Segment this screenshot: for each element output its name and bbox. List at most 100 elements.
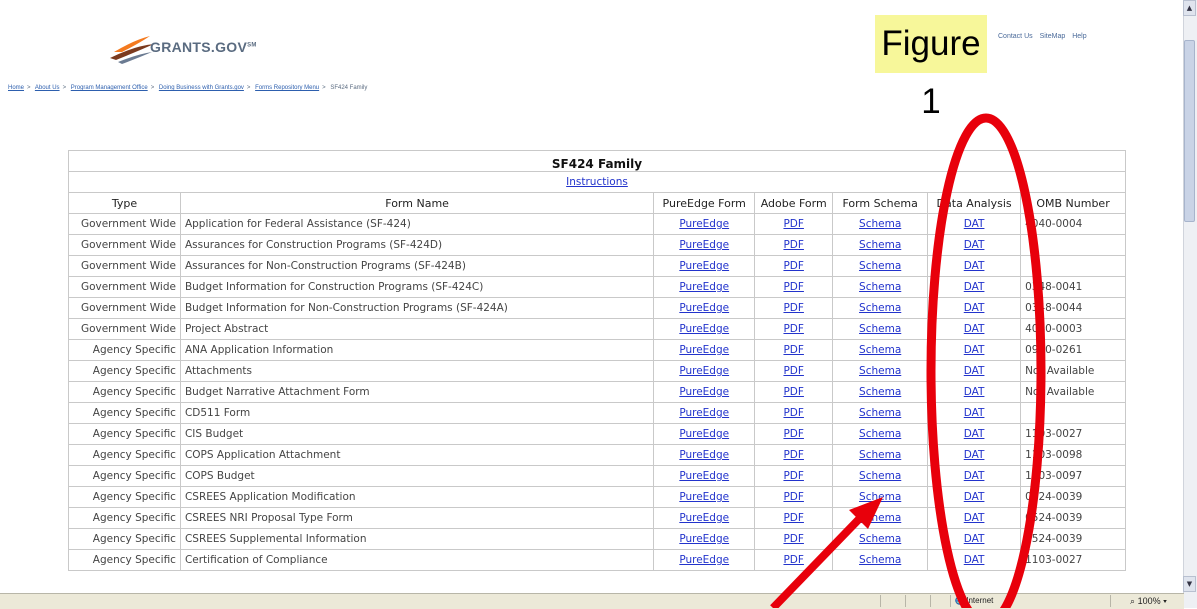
internet-zone-globe-icon <box>955 596 964 606</box>
dat-link[interactable]: DAT <box>964 365 985 377</box>
dat-link[interactable]: DAT <box>964 491 985 503</box>
pdf-link[interactable]: PDF <box>783 239 803 251</box>
contact-us-link[interactable]: Contact Us <box>998 33 1033 40</box>
scroll-thumb[interactable] <box>1184 40 1195 222</box>
table-row: Government Wide Application for Federal A… <box>68 213 1126 235</box>
pureedge-link[interactable]: PureEdge <box>679 365 729 377</box>
row-omb-number: 0524-0039 <box>1025 533 1083 545</box>
schema-link[interactable]: Schema <box>859 239 901 251</box>
dat-link[interactable]: DAT <box>964 512 985 524</box>
pureedge-link[interactable]: PureEdge <box>679 260 729 272</box>
dat-link[interactable]: DAT <box>964 344 985 356</box>
dat-link[interactable]: DAT <box>964 260 985 272</box>
schema-link[interactable]: Schema <box>859 281 901 293</box>
pdf-link[interactable]: PDF <box>783 323 803 335</box>
vertical-scrollbar[interactable]: ▲ ▼ <box>1183 0 1197 608</box>
row-type: Agency Specific <box>92 470 176 482</box>
pureedge-link[interactable]: PureEdge <box>679 386 729 398</box>
pureedge-link[interactable]: PureEdge <box>679 239 729 251</box>
dat-link[interactable]: DAT <box>964 407 985 419</box>
dat-link[interactable]: DAT <box>964 281 985 293</box>
pdf-link[interactable]: PDF <box>783 281 803 293</box>
top-links: Contact Us SiteMap Help <box>998 33 1092 40</box>
pdf-link[interactable]: PDF <box>783 533 803 545</box>
pdf-link[interactable]: PDF <box>783 218 803 230</box>
pdf-link[interactable]: PDF <box>783 554 803 566</box>
row-omb-number: Not Available <box>1025 365 1095 377</box>
dat-link[interactable]: DAT <box>964 449 985 461</box>
pdf-link[interactable]: PDF <box>783 365 803 377</box>
site-logo[interactable]: GRANTS.GOVSM <box>150 39 257 55</box>
pureedge-link[interactable]: PureEdge <box>679 491 729 503</box>
pdf-link[interactable]: PDF <box>783 512 803 524</box>
pdf-link[interactable]: PDF <box>783 470 803 482</box>
dat-link[interactable]: DAT <box>964 470 985 482</box>
pureedge-link[interactable]: PureEdge <box>679 512 729 524</box>
schema-link[interactable]: Schema <box>859 428 901 440</box>
schema-link[interactable]: Schema <box>859 491 901 503</box>
breadcrumb-about-us[interactable]: About Us <box>35 85 60 91</box>
pureedge-link[interactable]: PureEdge <box>679 407 729 419</box>
dat-link[interactable]: DAT <box>964 428 985 440</box>
pdf-link[interactable]: PDF <box>783 407 803 419</box>
schema-link[interactable]: Schema <box>859 449 901 461</box>
dat-link[interactable]: DAT <box>964 323 985 335</box>
dat-link[interactable]: DAT <box>964 533 985 545</box>
pureedge-link[interactable]: PureEdge <box>679 218 729 230</box>
schema-link[interactable]: Schema <box>859 302 901 314</box>
scroll-up-arrow-icon[interactable]: ▲ <box>1183 0 1196 16</box>
schema-link[interactable]: Schema <box>859 365 901 377</box>
instructions-link[interactable]: Instructions <box>566 176 628 188</box>
pdf-link[interactable]: PDF <box>783 344 803 356</box>
dat-link[interactable]: DAT <box>964 386 985 398</box>
row-type: Government Wide <box>80 239 176 251</box>
schema-link[interactable]: Schema <box>859 512 901 524</box>
schema-link[interactable]: Schema <box>859 260 901 272</box>
row-form-name: Application for Federal Assistance (SF-4… <box>184 218 411 230</box>
pureedge-link[interactable]: PureEdge <box>679 428 729 440</box>
row-omb-number: 1103-0097 <box>1025 470 1083 482</box>
column-header-type: Type <box>68 192 181 214</box>
column-header-form-name: Form Name <box>179 192 655 214</box>
row-type: Agency Specific <box>92 386 176 398</box>
schema-link[interactable]: Schema <box>859 407 901 419</box>
breadcrumb-home[interactable]: Home <box>8 85 24 91</box>
scroll-down-arrow-icon[interactable]: ▼ <box>1183 576 1196 592</box>
pureedge-link[interactable]: PureEdge <box>679 344 729 356</box>
schema-link[interactable]: Schema <box>859 470 901 482</box>
zoom-level[interactable]: ⌕ 100% ▾ <box>1130 596 1167 607</box>
pureedge-link[interactable]: PureEdge <box>679 323 729 335</box>
table-row: Government Wide Budget Information for No… <box>68 297 1126 319</box>
table-row: Agency Specific Budget Narrative Attachme… <box>68 381 1126 403</box>
row-omb-number: 0970-0261 <box>1025 344 1083 356</box>
breadcrumb-forms-repository-menu[interactable]: Forms Repository Menu <box>255 85 319 91</box>
dat-link[interactable]: DAT <box>964 554 985 566</box>
pureedge-link[interactable]: PureEdge <box>679 533 729 545</box>
pdf-link[interactable]: PDF <box>783 491 803 503</box>
pureedge-link[interactable]: PureEdge <box>679 281 729 293</box>
schema-link[interactable]: Schema <box>859 554 901 566</box>
sitemap-link[interactable]: SiteMap <box>1040 33 1066 40</box>
pdf-link[interactable]: PDF <box>783 386 803 398</box>
pureedge-link[interactable]: PureEdge <box>679 554 729 566</box>
row-omb-number: 0524-0039 <box>1025 491 1083 503</box>
schema-link[interactable]: Schema <box>859 386 901 398</box>
pureedge-link[interactable]: PureEdge <box>679 449 729 461</box>
dat-link[interactable]: DAT <box>964 218 985 230</box>
pureedge-link[interactable]: PureEdge <box>679 470 729 482</box>
pdf-link[interactable]: PDF <box>783 449 803 461</box>
pdf-link[interactable]: PDF <box>783 260 803 272</box>
pureedge-link[interactable]: PureEdge <box>679 302 729 314</box>
breadcrumb-program-management-office[interactable]: Program Management Office <box>71 85 148 91</box>
pdf-link[interactable]: PDF <box>783 302 803 314</box>
schema-link[interactable]: Schema <box>859 344 901 356</box>
dat-link[interactable]: DAT <box>964 302 985 314</box>
help-link[interactable]: Help <box>1072 33 1086 40</box>
zoom-dropdown-icon[interactable]: ▾ <box>1163 596 1167 606</box>
schema-link[interactable]: Schema <box>859 218 901 230</box>
schema-link[interactable]: Schema <box>859 533 901 545</box>
schema-link[interactable]: Schema <box>859 323 901 335</box>
breadcrumb-doing-business[interactable]: Doing Business with Grants.gov <box>159 85 244 91</box>
pdf-link[interactable]: PDF <box>783 428 803 440</box>
dat-link[interactable]: DAT <box>964 239 985 251</box>
